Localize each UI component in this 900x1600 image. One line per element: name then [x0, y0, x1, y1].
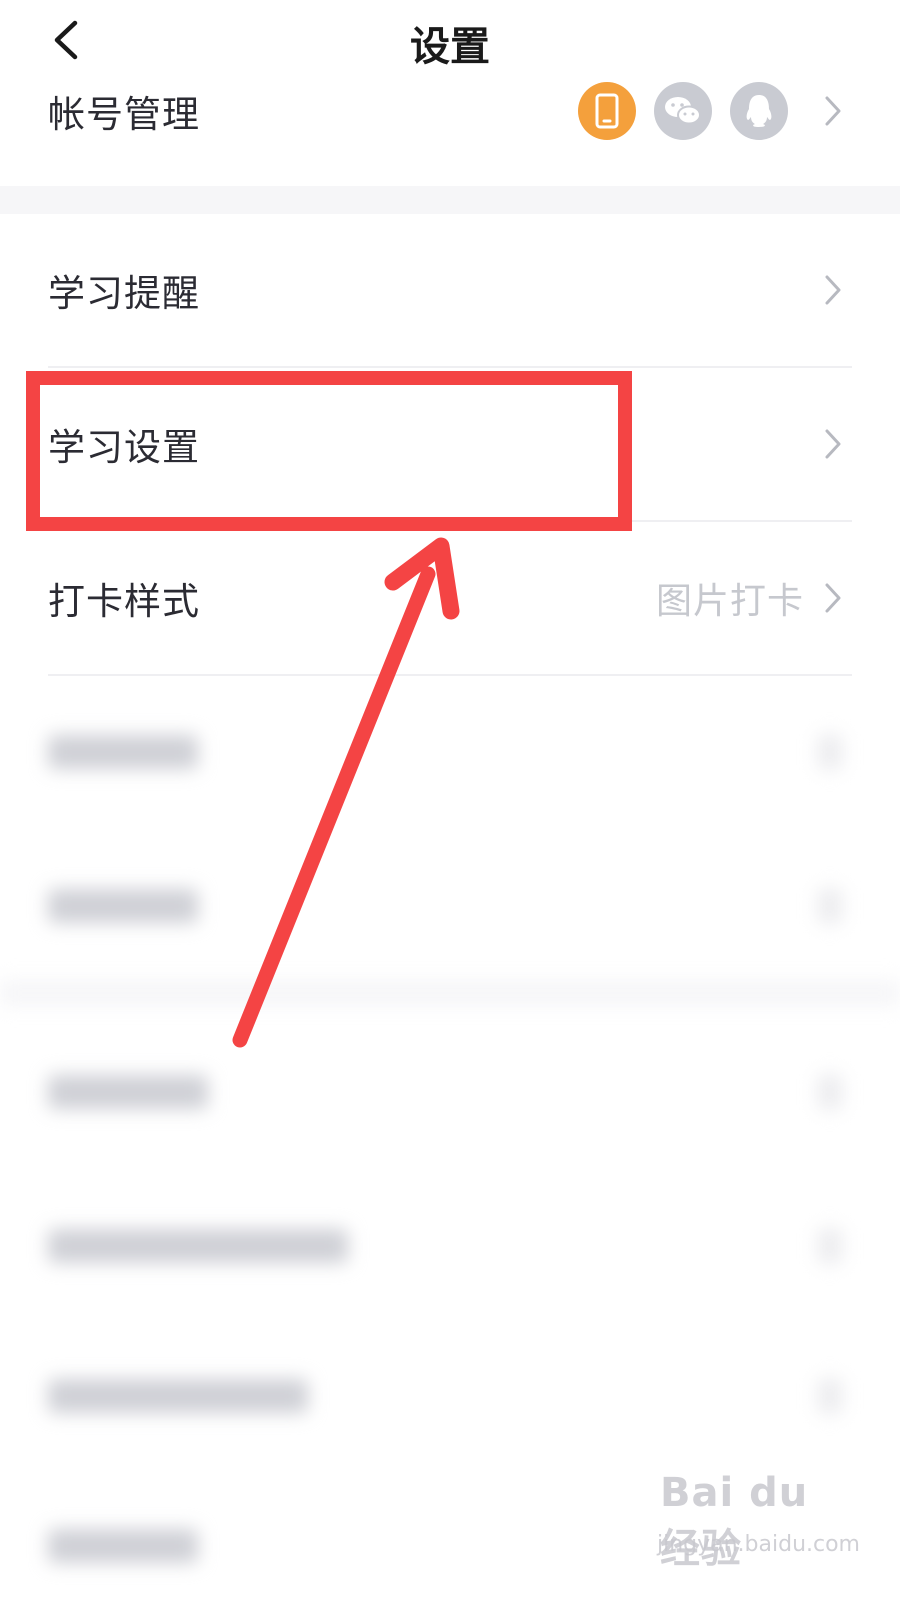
baidu-watermark: Bai du 经验 jingyan.baidu.com — [656, 1470, 860, 1580]
watermark-brand: Bai du 经验 — [660, 1470, 809, 1572]
watermark-url: jingyan.baidu.com — [656, 1532, 860, 1557]
annotation-arrow — [232, 537, 460, 1048]
